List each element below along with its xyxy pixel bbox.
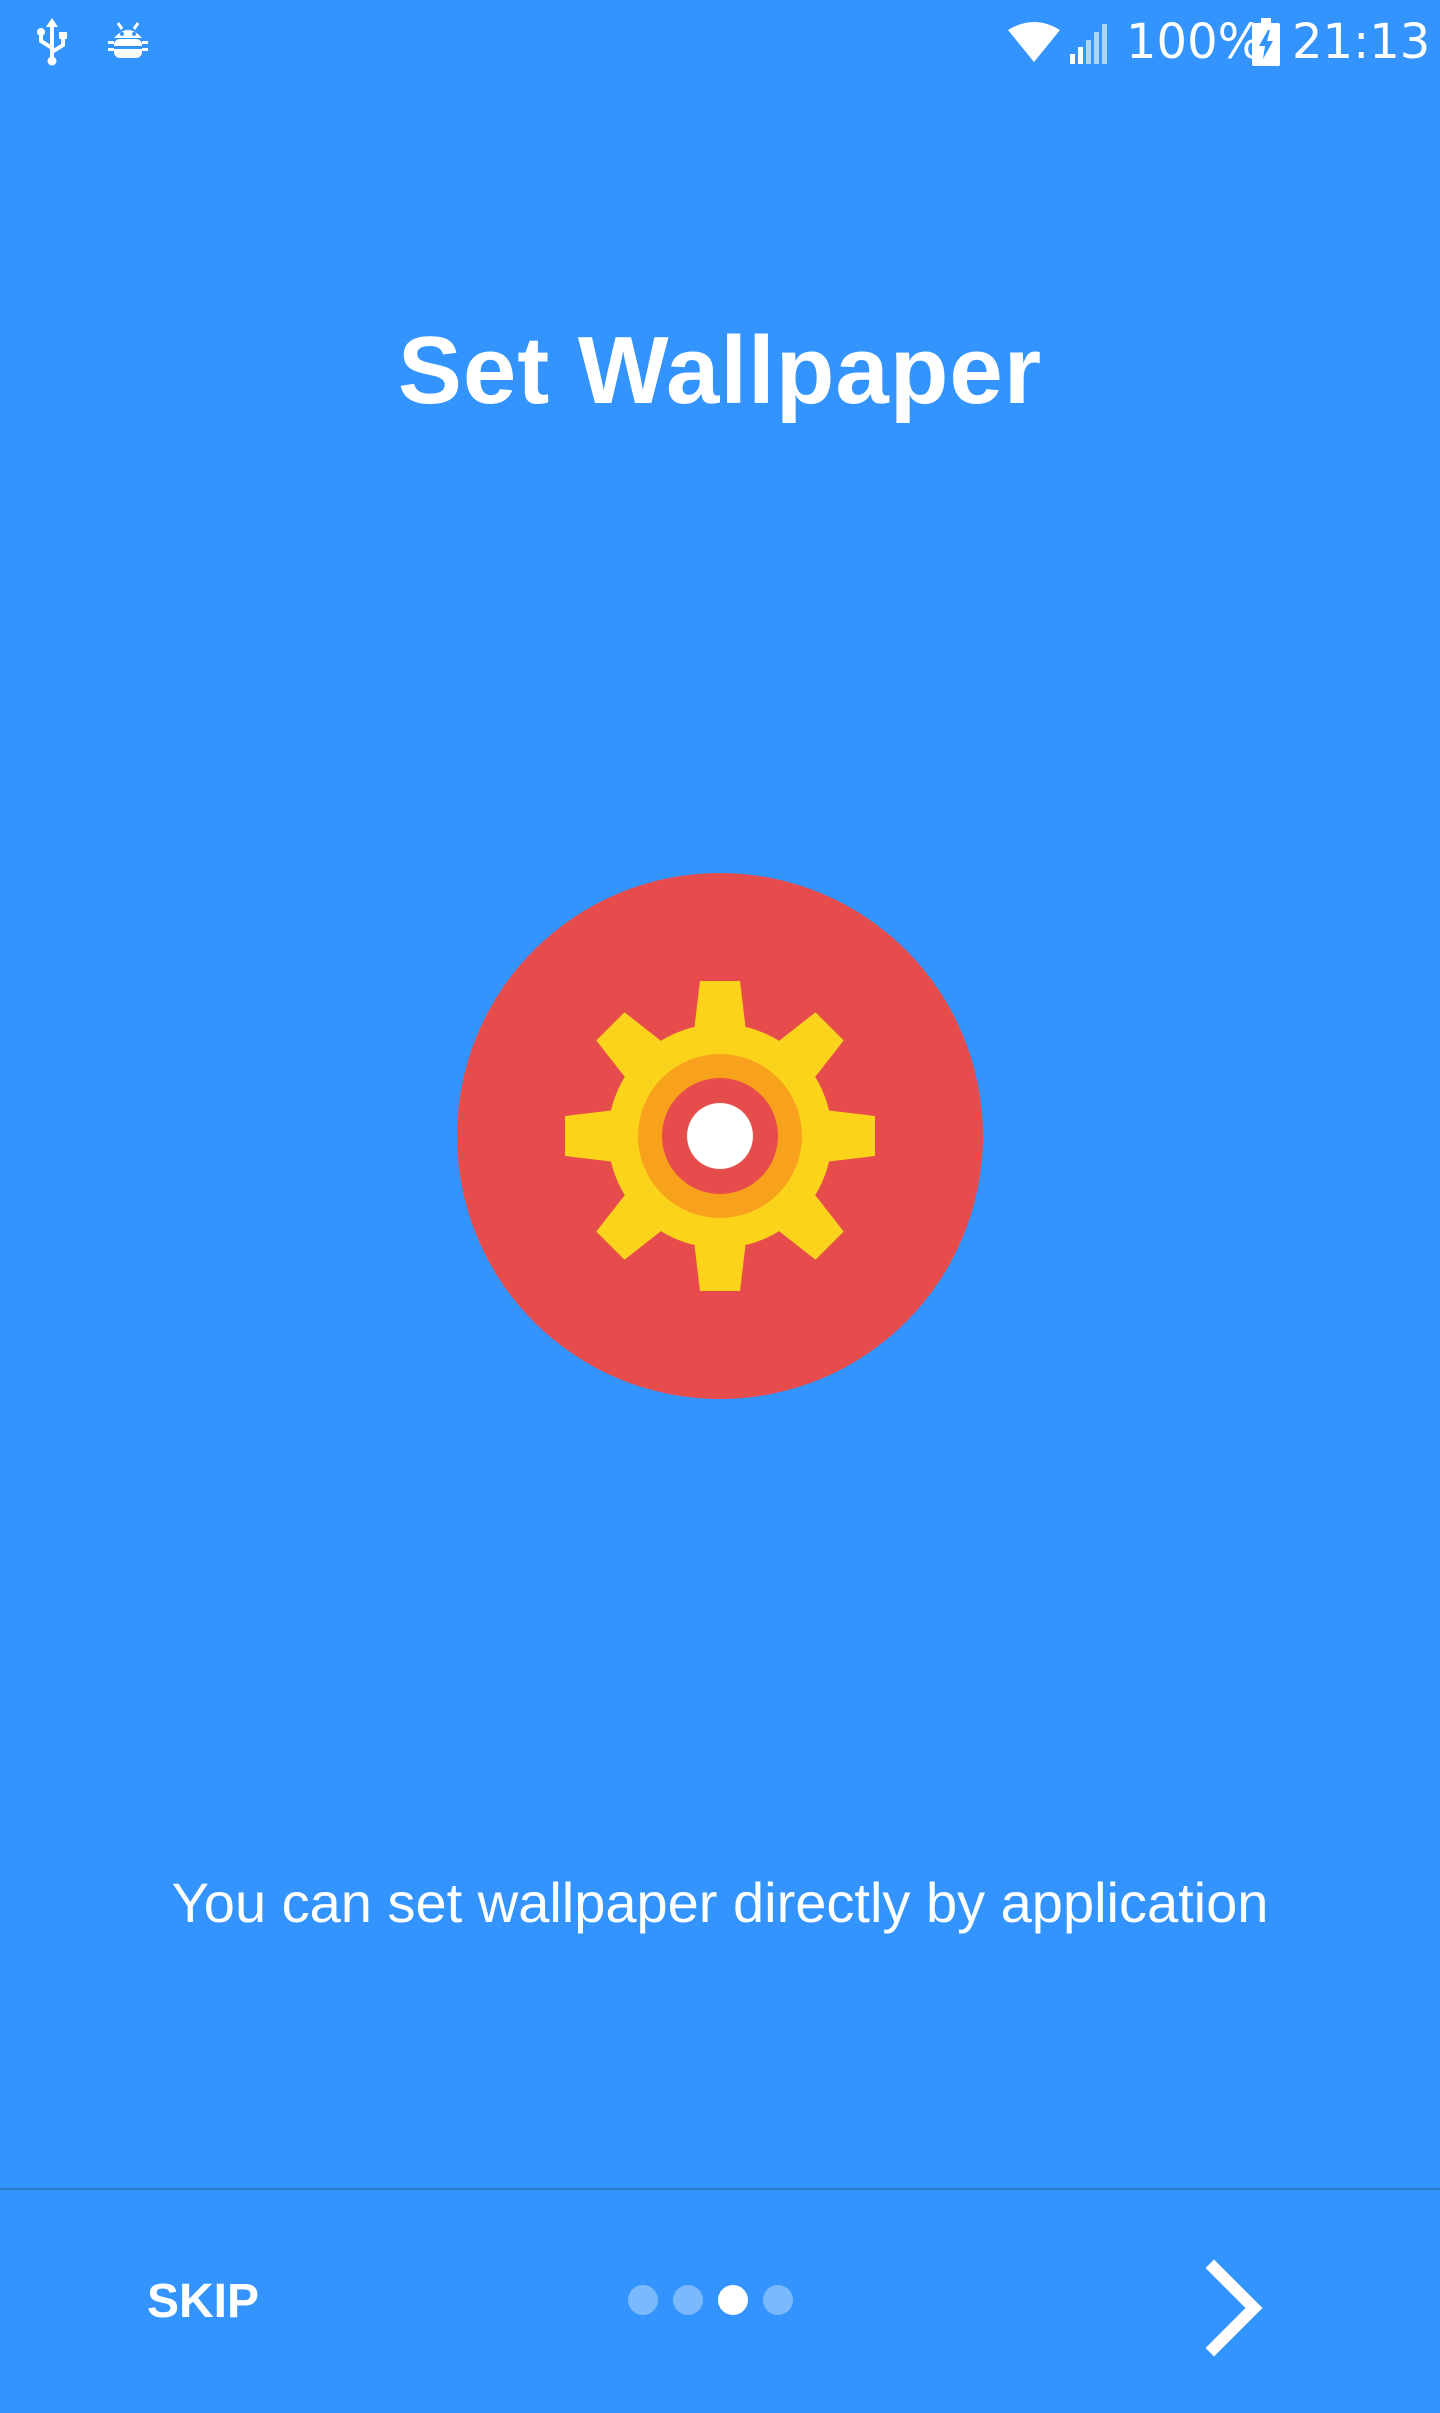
page-dot-2 <box>673 2285 703 2315</box>
settings-gear-icon <box>457 873 983 1399</box>
footer-divider <box>0 2188 1440 2190</box>
next-button[interactable] <box>1176 2248 1296 2368</box>
skip-button[interactable]: SKIP <box>118 2262 288 2342</box>
cellular-signal-icon <box>1070 24 1107 64</box>
page-dot-4 <box>763 2285 793 2315</box>
page-title: Set Wallpaper <box>397 317 1043 424</box>
battery-charging-icon <box>1252 18 1280 66</box>
status-bar: 100% 21:13 <box>0 0 1440 86</box>
onboarding-description: You can set wallpaper directly by applic… <box>171 1871 1269 1934</box>
page-dot-1 <box>628 2285 658 2315</box>
clock: 21:13 <box>1292 14 1431 70</box>
wifi-icon <box>1008 22 1060 62</box>
page-dot-3 <box>718 2285 748 2315</box>
usb-icon <box>37 18 67 66</box>
page-indicator <box>628 2285 798 2315</box>
battery-percentage: 100% <box>1126 14 1264 70</box>
android-debug-icon <box>108 22 148 58</box>
chevron-right-icon <box>1205 2259 1263 2357</box>
